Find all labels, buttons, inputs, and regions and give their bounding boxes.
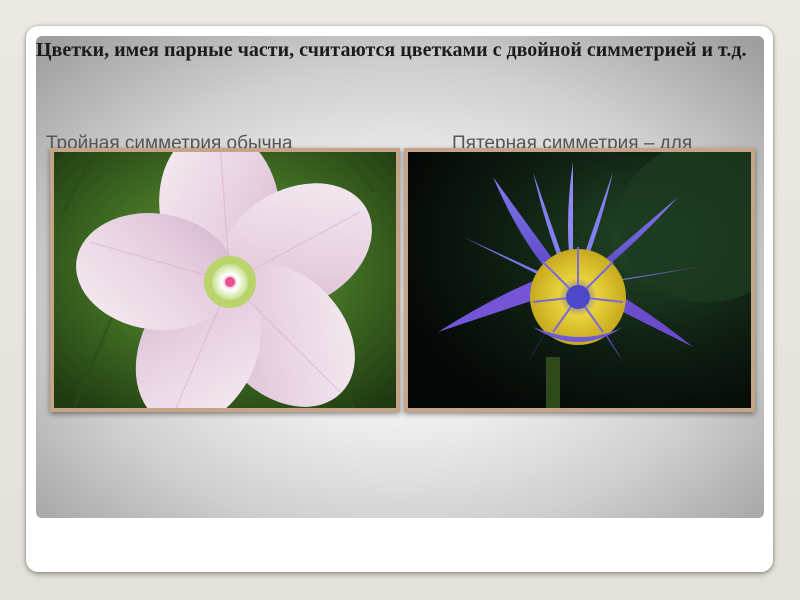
slide-title: Цветки, имея парные части, считаются цве…: [36, 39, 747, 61]
left-photo-frame: [50, 148, 400, 412]
slide-page: Цветки, имея парные части, считаются цве…: [0, 0, 800, 600]
blue-water-lily-photo: [408, 152, 751, 408]
pink-mallow-flower-photo: [54, 152, 396, 408]
right-photo-frame: [404, 148, 755, 412]
